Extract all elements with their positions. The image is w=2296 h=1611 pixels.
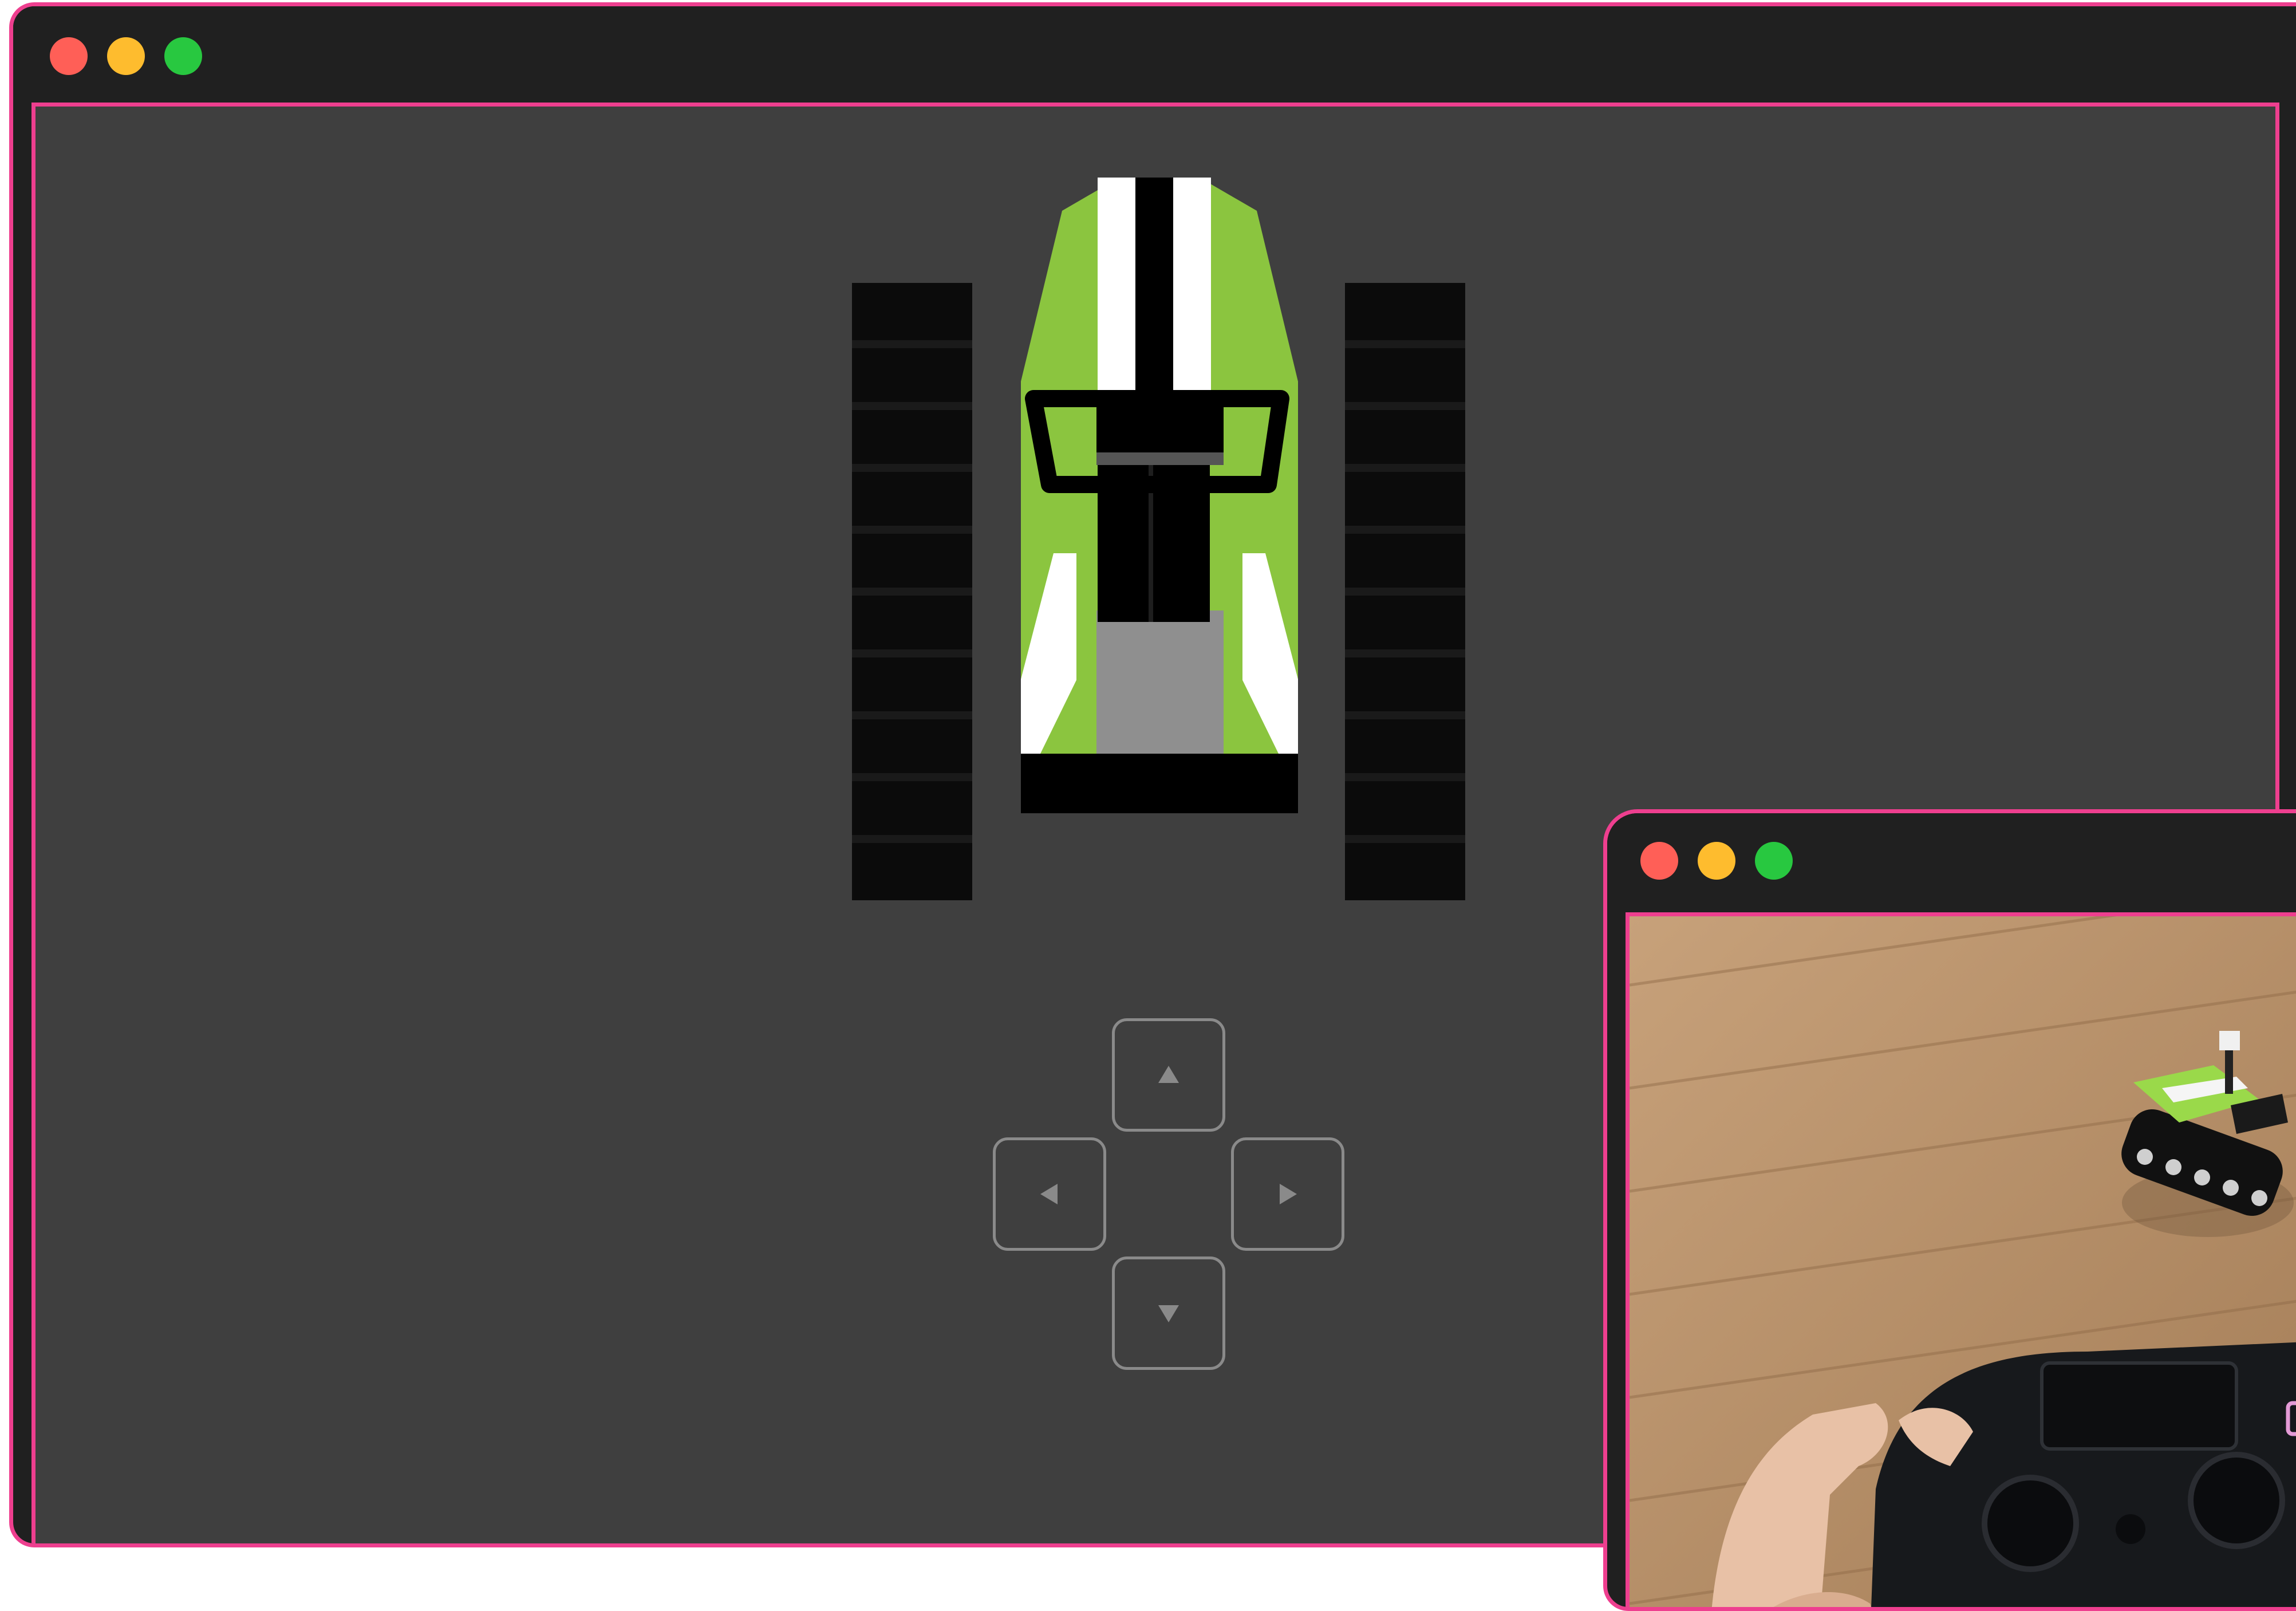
dpad-up-button[interactable] <box>1112 1018 1225 1132</box>
robot-body <box>1021 178 1298 813</box>
camera-titlebar[interactable] <box>1607 813 2296 913</box>
left-track <box>852 283 972 900</box>
rear-bumper <box>1021 754 1298 813</box>
minimize-button[interactable] <box>107 37 145 75</box>
dpad-down-button[interactable] <box>1112 1256 1225 1370</box>
zoom-button[interactable] <box>1755 842 1793 880</box>
right-track <box>1345 283 1465 900</box>
rear-deck <box>1096 610 1224 754</box>
stripe-right <box>1173 178 1211 407</box>
main-titlebar[interactable] <box>13 6 2296 101</box>
camera-feed <box>1626 912 2296 1607</box>
camera-feed-image <box>1630 916 2296 1607</box>
dpad-left-button[interactable] <box>993 1137 1106 1251</box>
handle-bar <box>1096 391 1224 452</box>
stripe-left <box>1098 178 1135 407</box>
arrow-right-icon <box>1280 1184 1297 1204</box>
arrow-down-icon <box>1158 1305 1179 1322</box>
arrow-left-icon <box>1040 1184 1058 1204</box>
close-button[interactable] <box>1640 842 1678 880</box>
camera-window <box>1603 809 2296 1611</box>
close-button[interactable] <box>50 37 88 75</box>
minimize-button[interactable] <box>1698 842 1735 880</box>
arrow-up-icon <box>1158 1066 1179 1083</box>
zoom-button[interactable] <box>164 37 202 75</box>
dpad-right-button[interactable] <box>1231 1137 1344 1251</box>
stripe-center <box>1135 178 1173 407</box>
